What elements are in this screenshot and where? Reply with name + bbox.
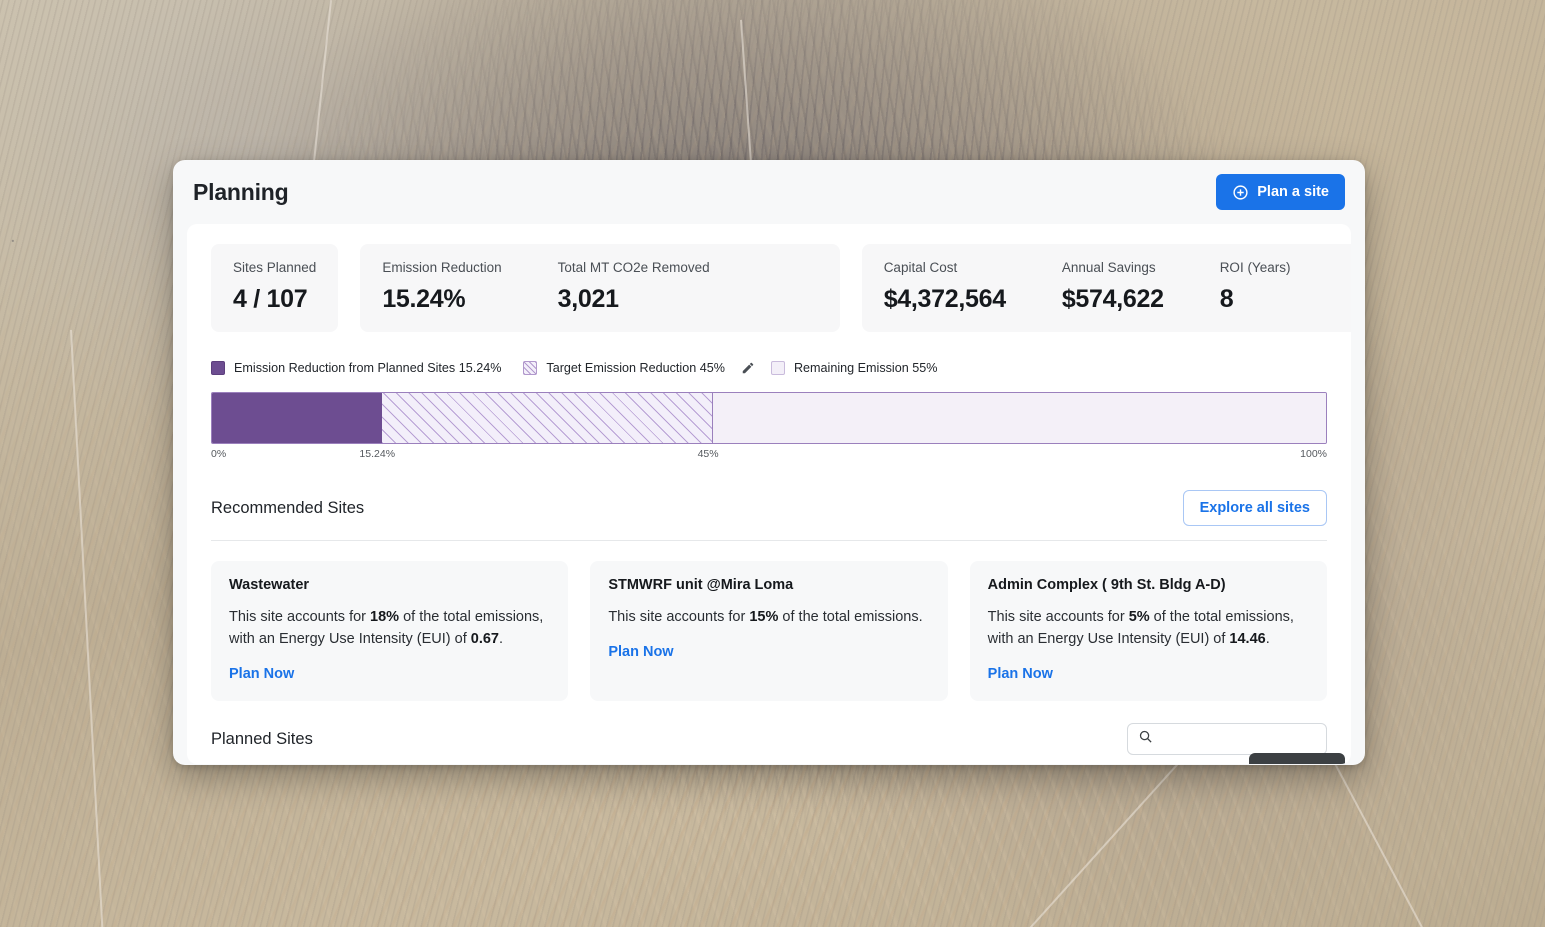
recommended-sites-title: Recommended Sites [211,499,364,518]
planned-sites-title: Planned Sites [211,730,313,749]
plan-now-link[interactable]: Plan Now [229,666,294,682]
plan-a-site-label: Plan a site [1257,184,1329,200]
kpi-group-sites: Sites Planned 4 / 107 [211,244,338,332]
recommended-site-card[interactable]: STMWRF unit @Mira Loma This site account… [590,561,947,701]
site-title: Wastewater [229,577,550,593]
recommended-site-card[interactable]: Wastewater This site accounts for 18% of… [211,561,568,701]
bar-segment-remaining [713,393,1326,443]
planning-panel: Planning Plan a site Sites Planned 4 / 1… [173,160,1365,765]
explore-all-sites-button[interactable]: Explore all sites [1183,490,1327,526]
site-description: This site accounts for 18% of the total … [229,607,550,651]
emission-progress-chart: 0% 15.24% 45% 100% [211,392,1327,464]
desc-percent: 5% [1129,609,1150,625]
recommended-site-card[interactable]: Admin Complex ( 9th St. Bldg A-D) This s… [970,561,1327,701]
kpi-label: Annual Savings [1062,260,1164,275]
kpi-roi-years: ROI (Years) 8 [1220,260,1291,314]
legend-label: Emission Reduction from Planned Sites 15… [234,361,501,375]
kpi-sites-planned: Sites Planned 4 / 107 [233,260,316,314]
kpi-total-co2e-removed: Total MT CO2e Removed 3,021 [558,260,710,314]
kpi-label: ROI (Years) [1220,260,1291,275]
kpi-value: $4,372,564 [884,285,1006,314]
page-title: Planning [193,179,289,206]
legend-item-remaining-emission: Remaining Emission 55% [771,361,938,375]
desc-pre: This site accounts for [608,609,749,625]
legend-swatch-hatched [523,361,537,375]
desc-eui: 14.46 [1229,631,1265,647]
desc-percent: 15% [749,609,778,625]
panel-header: Planning Plan a site [173,160,1365,224]
desc-mid: of the total emissions. [778,609,922,625]
planned-sites-header: Planned Sites [211,723,1327,755]
legend-swatch-plain [771,361,785,375]
legend-label: Target Emission Reduction 45% [546,361,725,375]
bar-segment-target [382,393,714,443]
kpi-value: 4 / 107 [233,285,316,314]
search-icon [1138,729,1153,749]
desc-percent: 18% [370,609,399,625]
planning-content-card: Sites Planned 4 / 107 Emission Reduction… [187,224,1351,764]
kpi-row: Sites Planned 4 / 107 Emission Reduction… [211,244,1327,332]
search-input[interactable] [1161,732,1316,747]
kpi-label: Sites Planned [233,260,316,275]
kpi-group-financials: Capital Cost $4,372,564 Annual Savings $… [862,244,1351,332]
planned-sites-search[interactable] [1127,723,1327,755]
axis-tick: 0% [211,448,226,460]
kpi-annual-savings: Annual Savings $574,622 [1062,260,1164,314]
kpi-capital-cost: Capital Cost $4,372,564 [884,260,1006,314]
site-description: This site accounts for 15% of the total … [608,607,929,629]
plus-circle-icon [1232,184,1249,201]
recommended-sites-header: Recommended Sites Explore all sites [211,490,1327,541]
plan-now-link[interactable]: Plan Now [988,666,1053,682]
desc-pre: This site accounts for [988,609,1129,625]
chart-legend: Emission Reduction from Planned Sites 15… [211,358,1327,378]
bar-axis-ticks: 0% 15.24% 45% 100% [211,448,1327,464]
axis-tick: 100% [1300,448,1327,460]
kpi-value: 15.24% [382,285,501,314]
axis-tick: 15.24% [359,448,395,460]
recommended-sites-list: Wastewater This site accounts for 18% of… [211,561,1327,701]
legend-label: Remaining Emission 55% [794,361,938,375]
plan-a-site-button[interactable]: Plan a site [1216,174,1345,210]
kpi-label: Capital Cost [884,260,1006,275]
kpi-value: 8 [1220,285,1291,314]
legend-swatch-solid-purple [211,361,225,375]
kpi-label: Emission Reduction [382,260,501,275]
pencil-edit-icon[interactable] [739,359,757,377]
desc-eui: 0.67 [471,631,499,647]
progress-bar [211,392,1327,444]
site-title: Admin Complex ( 9th St. Bldg A-D) [988,577,1309,593]
bar-segment-planned [212,393,382,443]
kpi-value: 3,021 [558,285,710,314]
site-title: STMWRF unit @Mira Loma [608,577,929,593]
kpi-value: $574,622 [1062,285,1164,314]
axis-tick: 45% [698,448,719,460]
kpi-label: Total MT CO2e Removed [558,260,710,275]
plan-now-link[interactable]: Plan Now [608,644,673,660]
legend-item-target-reduction: Target Emission Reduction 45% [523,361,725,375]
desc-pre: This site accounts for [229,609,370,625]
kpi-emission-reduction: Emission Reduction 15.24% [382,260,501,314]
desc-post: . [1266,631,1270,647]
planned-sites-action-button[interactable] [1249,753,1345,764]
site-description: This site accounts for 5% of the total e… [988,607,1309,651]
kpi-group-emissions: Emission Reduction 15.24% Total MT CO2e … [360,244,839,332]
desc-post: . [499,631,503,647]
legend-item-planned-sites: Emission Reduction from Planned Sites 15… [211,361,501,375]
